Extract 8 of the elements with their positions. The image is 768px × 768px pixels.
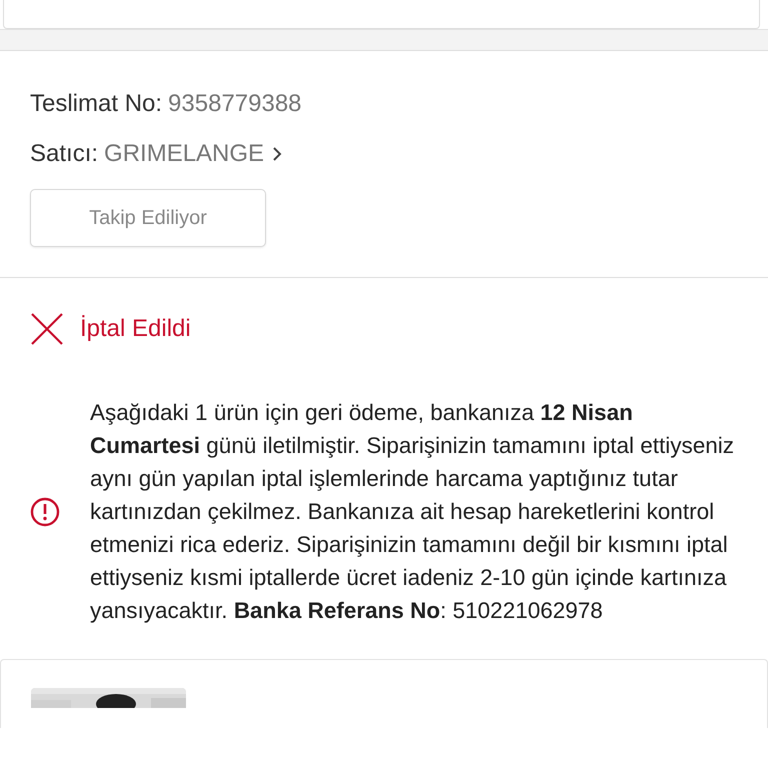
chevron-right-icon — [272, 146, 282, 162]
refund-notice-text: Aşağıdaki 1 ürün için geri ödeme, bankanıza 12 Nisan Cumartesi günü iletilmiştir. Siparişinizin tamamını iptal ettiyseniz aynı gün yapılan iptal işlemlerinde harcama yaptığınız tutar kartınızdan çekilmez. Bankanıza ait hesap hareketlerini kontrol etmenizi rica ederiz. Siparişinizin tamamını değil bir kısmını iptal ettiyseniz kısmi iptallerde ücret iadeniz 2-10 gün içinde kartınıza yansıyacaktır. Banka Referans No: 510221062978 — [90, 399, 736, 625]
seller-link[interactable]: GRIMELANGE — [104, 140, 264, 168]
seller-label: Satıcı: — [30, 140, 98, 168]
status-label: İptal Edildi — [80, 315, 191, 343]
delivery-number: 9358779388 — [168, 90, 302, 118]
cross-icon — [30, 312, 64, 346]
delivery-number-label: Teslimat No: — [30, 90, 162, 118]
